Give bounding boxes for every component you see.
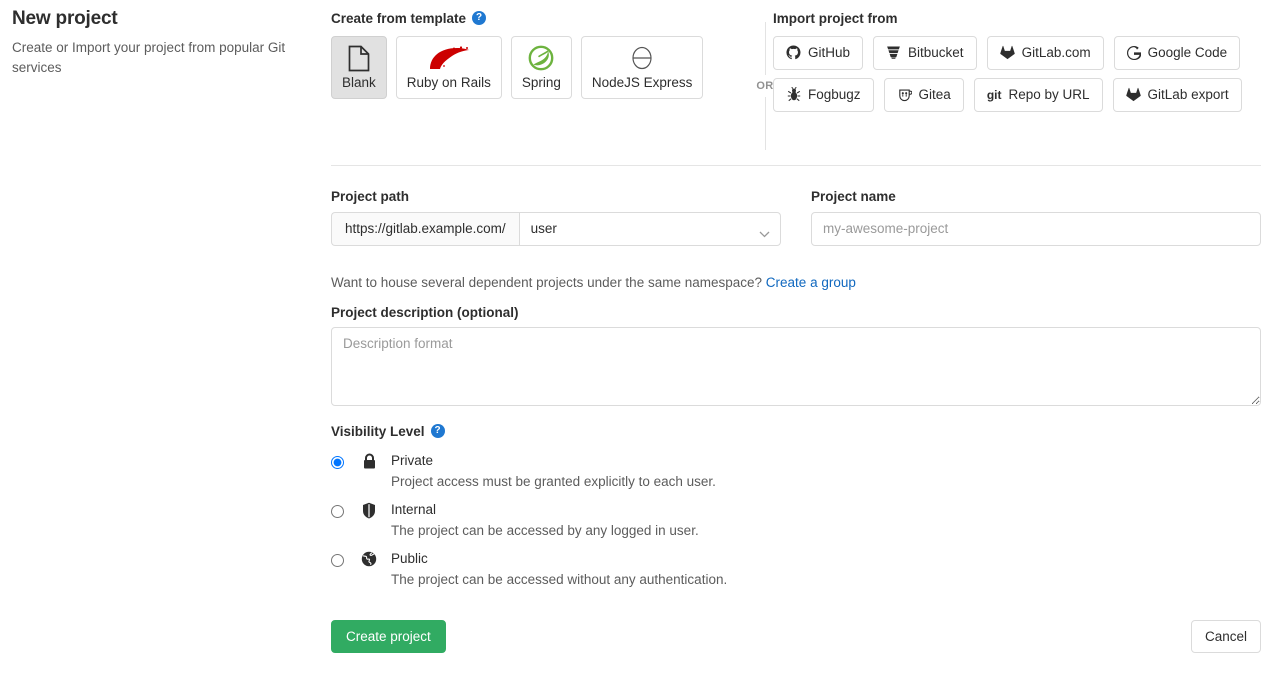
express-icon	[629, 43, 655, 73]
template-label: Ruby on Rails	[407, 76, 491, 91]
fogbugz-bug-icon	[786, 87, 801, 102]
page-subtitle: Create or Import your project from popul…	[12, 38, 292, 77]
template-label: Spring	[522, 76, 561, 91]
import-button-google-code[interactable]: Google Code	[1114, 36, 1241, 70]
page-title: New project	[12, 8, 312, 30]
visibility-option-description: The project can be accessed by any logge…	[391, 521, 699, 541]
visibility-option-description: The project can be accessed without any …	[391, 570, 727, 590]
form-actions: Create project Cancel	[331, 620, 1261, 653]
create-from-template-section: Create from template ? Blank	[331, 12, 716, 99]
bitbucket-icon	[886, 45, 901, 60]
project-description-field: Project description (optional)	[331, 306, 1261, 407]
import-button-repo-by-url[interactable]: git Repo by URL	[974, 78, 1103, 112]
visibility-option-name: Private	[391, 453, 433, 468]
import-button-label: Fogbugz	[808, 87, 861, 102]
import-row-2: Fogbugz Gitea git Repo by URL	[773, 78, 1263, 112]
divider-line-bottom	[765, 97, 766, 150]
top-area: Create from template ? Blank	[331, 12, 1261, 142]
import-project-label: Import project from	[773, 12, 1263, 26]
visibility-private-text: Private Project access must be granted e…	[391, 452, 716, 492]
import-project-section: Import project from GitHub Bitbucket	[773, 12, 1263, 112]
spring-leaf-icon	[528, 43, 554, 73]
import-button-label: GitHub	[808, 45, 850, 60]
namespace-select[interactable]: user	[519, 212, 781, 246]
template-tiles: Blank	[331, 36, 716, 99]
project-path-host-prefix: https://gitlab.example.com/	[331, 212, 519, 246]
visibility-option-name: Internal	[391, 502, 436, 517]
visibility-radio-public[interactable]	[331, 554, 344, 567]
lock-icon	[358, 453, 380, 470]
or-label: OR	[756, 75, 773, 97]
rails-icon	[426, 43, 472, 73]
visibility-option-public[interactable]: Public The project can be accessed witho…	[331, 550, 1261, 590]
import-button-gitlab-com[interactable]: GitLab.com	[987, 36, 1104, 70]
import-button-label: Repo by URL	[1009, 87, 1090, 102]
visibility-internal-text: Internal The project can be accessed by …	[391, 501, 699, 541]
create-a-group-link[interactable]: Create a group	[766, 275, 856, 290]
project-description-textarea[interactable]	[331, 327, 1261, 406]
github-icon	[786, 45, 801, 60]
project-name-input[interactable]	[811, 212, 1261, 246]
template-label: NodeJS Express	[592, 76, 693, 91]
google-g-icon	[1127, 45, 1141, 60]
import-button-label: Google Code	[1148, 45, 1228, 60]
gitlab-tanuki-icon	[1126, 87, 1141, 102]
project-form: Project path https://gitlab.example.com/…	[331, 190, 1261, 598]
import-button-label: Gitea	[919, 87, 951, 102]
visibility-radio-internal[interactable]	[331, 505, 344, 518]
visibility-public-text: Public The project can be accessed witho…	[391, 550, 727, 590]
intro-column: New project Create or Import your projec…	[12, 8, 312, 77]
template-label: Blank	[342, 76, 376, 91]
namespace-hint-text: Want to house several dependent projects…	[331, 275, 762, 290]
cancel-button[interactable]: Cancel	[1191, 620, 1261, 653]
create-project-button[interactable]: Create project	[331, 620, 446, 653]
namespace-select-wrap: user	[519, 212, 781, 246]
question-circle-icon[interactable]: ?	[472, 11, 486, 25]
project-description-label: Project description (optional)	[331, 306, 1261, 320]
import-button-gitea[interactable]: Gitea	[884, 78, 964, 112]
import-buttons: GitHub Bitbucket GitLab.com	[773, 36, 1263, 112]
divider-line-top	[765, 22, 766, 75]
visibility-option-private[interactable]: Private Project access must be granted e…	[331, 452, 1261, 492]
path-and-name-row: Project path https://gitlab.example.com/…	[331, 190, 1261, 246]
template-tile-spring[interactable]: Spring	[511, 36, 572, 99]
blank-document-icon	[348, 43, 370, 73]
visibility-level-text: Visibility Level	[331, 425, 425, 439]
question-circle-icon[interactable]: ?	[431, 424, 445, 438]
visibility-level-title: Visibility Level ?	[331, 425, 1261, 439]
template-tile-ruby-on-rails[interactable]: Ruby on Rails	[396, 36, 502, 99]
git-text-icon: git	[987, 87, 1002, 102]
visibility-option-internal[interactable]: Internal The project can be accessed by …	[331, 501, 1261, 541]
shield-icon	[358, 502, 380, 519]
project-name-label: Project name	[811, 190, 1261, 204]
import-button-label: Bitbucket	[908, 45, 964, 60]
import-row-1: GitHub Bitbucket GitLab.com	[773, 36, 1263, 70]
create-from-template-label: Create from template ?	[331, 12, 716, 26]
template-tile-blank[interactable]: Blank	[331, 36, 387, 99]
visibility-option-name: Public	[391, 551, 428, 566]
visibility-option-description: Project access must be granted explicitl…	[391, 472, 716, 492]
import-button-label: GitLab export	[1148, 87, 1229, 102]
new-project-page: New project Create or Import your projec…	[0, 0, 1275, 675]
import-button-github[interactable]: GitHub	[773, 36, 863, 70]
namespace-hint: Want to house several dependent projects…	[331, 275, 1261, 290]
import-button-gitlab-export[interactable]: GitLab export	[1113, 78, 1242, 112]
gitlab-tanuki-icon	[1000, 45, 1015, 60]
create-from-template-text: Create from template	[331, 12, 466, 26]
project-path-label: Project path	[331, 190, 796, 204]
visibility-level-section: Visibility Level ? Private Project acces…	[331, 425, 1261, 589]
import-button-label: GitLab.com	[1022, 45, 1091, 60]
import-button-fogbugz[interactable]: Fogbugz	[773, 78, 874, 112]
import-button-bitbucket[interactable]: Bitbucket	[873, 36, 977, 70]
gitea-icon	[897, 87, 912, 102]
project-path-field: Project path https://gitlab.example.com/…	[331, 190, 796, 246]
project-name-field: Project name	[796, 190, 1261, 246]
visibility-radio-private[interactable]	[331, 456, 344, 469]
template-tile-nodejs-express[interactable]: NodeJS Express	[581, 36, 704, 99]
globe-icon	[358, 551, 380, 567]
section-divider	[331, 165, 1261, 166]
project-path-input-group: https://gitlab.example.com/ user	[331, 212, 781, 246]
